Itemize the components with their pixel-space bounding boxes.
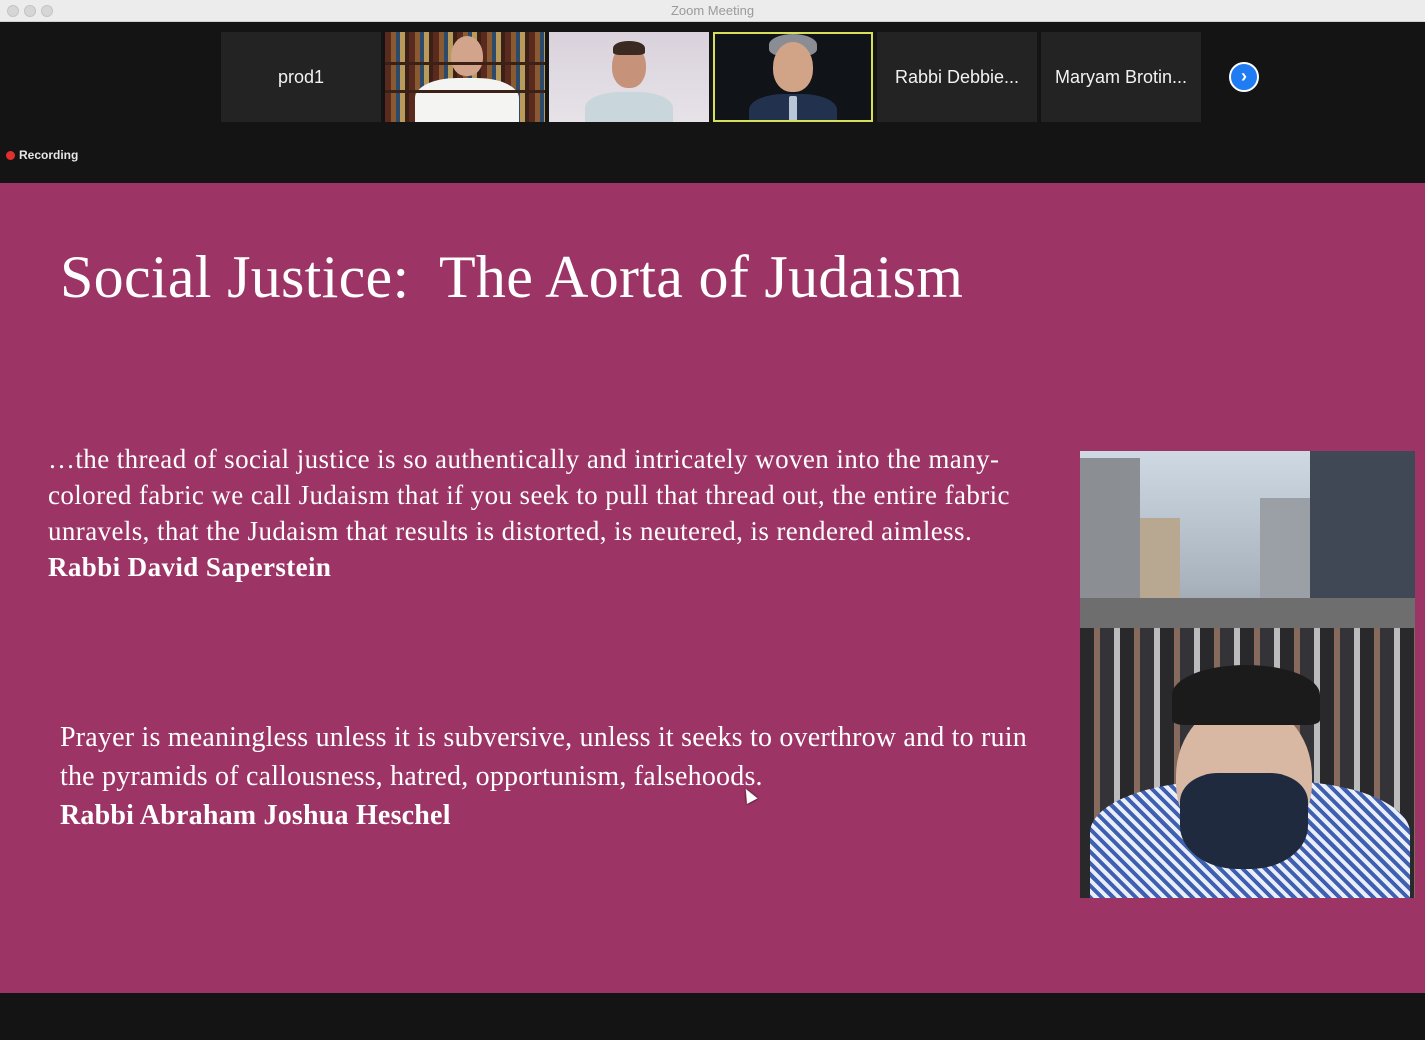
participant-tile-rabbi-debbie[interactable]: Rabbi Debbie...	[877, 32, 1037, 122]
quote-saperstein: …the thread of social justice is so auth…	[48, 441, 1038, 585]
participant-name: prod1	[277, 66, 325, 87]
slide-title: Social Justice: The Aorta of Judaism	[60, 244, 964, 310]
participant-name: Rabbi Debbie...	[894, 66, 1020, 87]
participant-name: Maryam Brotin...	[1054, 66, 1188, 87]
recording-label: Recording	[19, 148, 79, 162]
participant-strip: prod1 Rabbi Debbie... Maryam Brotin...	[221, 32, 1201, 122]
participant-tie	[789, 96, 797, 120]
quote-attribution: Rabbi David Saperstein	[48, 552, 332, 582]
participant-face	[451, 36, 483, 76]
meeting-stage: prod1 Rabbi Debbie... Maryam Brotin... ›	[0, 22, 1425, 1040]
photo-subject-bandana	[1180, 773, 1308, 869]
quote-text: …the thread of social justice is so auth…	[48, 444, 1010, 546]
participant-shirt	[585, 92, 673, 122]
chevron-right-icon: ›	[1241, 66, 1247, 86]
participant-hair	[613, 41, 645, 55]
participant-tile-prod1[interactable]: prod1	[221, 32, 381, 122]
quote-heschel: Prayer is meaningless unless it is subve…	[60, 718, 1050, 835]
recording-indicator: Recording	[6, 148, 78, 162]
participant-video-tile-active-speaker[interactable]	[713, 32, 873, 122]
participant-video-tile[interactable]	[385, 32, 545, 122]
participant-shirt	[415, 78, 519, 122]
window-title: Zoom Meeting	[670, 3, 755, 18]
recording-dot-icon	[6, 150, 15, 160]
participant-tile-maryam-brotin[interactable]: Maryam Brotin...	[1041, 32, 1201, 122]
participant-face	[773, 42, 813, 92]
quote-attribution: Rabbi Abraham Joshua Heschel	[60, 800, 451, 831]
participant-video-tile[interactable]	[549, 32, 709, 122]
quote-text: Prayer is meaningless unless it is subve…	[60, 722, 1027, 792]
next-participants-button[interactable]: ›	[1229, 62, 1259, 92]
photo-subject-cap	[1172, 665, 1320, 725]
protest-march-photo	[1080, 451, 1415, 898]
shared-screen-slide: Social Justice: The Aorta of Judaism …th…	[0, 183, 1425, 993]
title-bar: Zoom Meeting	[0, 0, 1425, 22]
